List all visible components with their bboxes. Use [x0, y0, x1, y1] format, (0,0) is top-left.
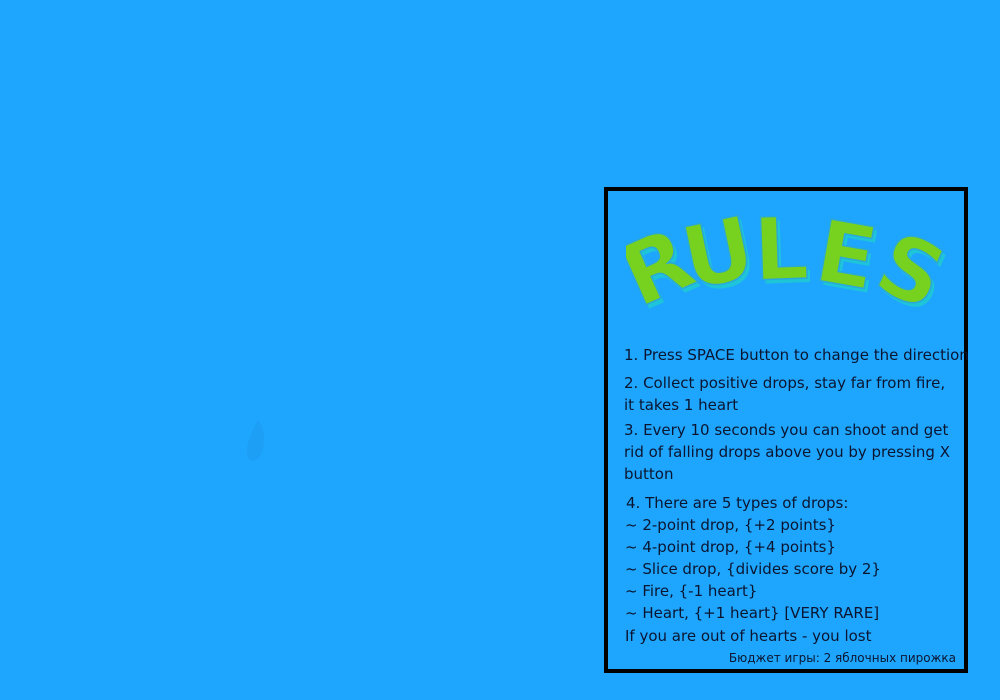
- faint-drop-sprite: [246, 420, 265, 461]
- rules-title-art: R U L E S R U L E S: [626, 201, 956, 331]
- rule-3-line-2: rid of falling drops above you by pressi…: [624, 443, 950, 461]
- rule-2-line-2: it takes 1 heart: [624, 396, 739, 414]
- rule-4-header: 4. There are 5 types of drops:: [626, 494, 849, 512]
- rule-3-line-3: button: [624, 465, 674, 483]
- drop-type-2-point: ~ 2-point drop, {+2 points}: [625, 516, 836, 534]
- drop-type-fire: ~ Fire, {-1 heart}: [625, 582, 758, 600]
- lose-note: If you are out of hearts - you lost: [625, 627, 872, 645]
- rules-panel: R U L E S R U L E S 1. Press SPACE butto…: [604, 187, 969, 673]
- drop-type-heart: ~ Heart, {+1 heart} [VERY RARE]: [625, 604, 880, 622]
- rule-3-line-1: 3. Every 10 seconds you can shoot and ge…: [624, 421, 949, 439]
- title-letter-l: L: [752, 201, 810, 301]
- drop-type-slice: ~ Slice drop, {divides score by 2}: [625, 560, 881, 578]
- rule-2-line-1: 2. Collect positive drops, stay far from…: [624, 374, 946, 392]
- rule-1: 1. Press SPACE button to change the dire…: [624, 346, 969, 364]
- drop-type-4-point: ~ 4-point drop, {+4 points}: [625, 538, 836, 556]
- budget-note: Бюджет игры: 2 яблочных пирожка: [728, 651, 956, 665]
